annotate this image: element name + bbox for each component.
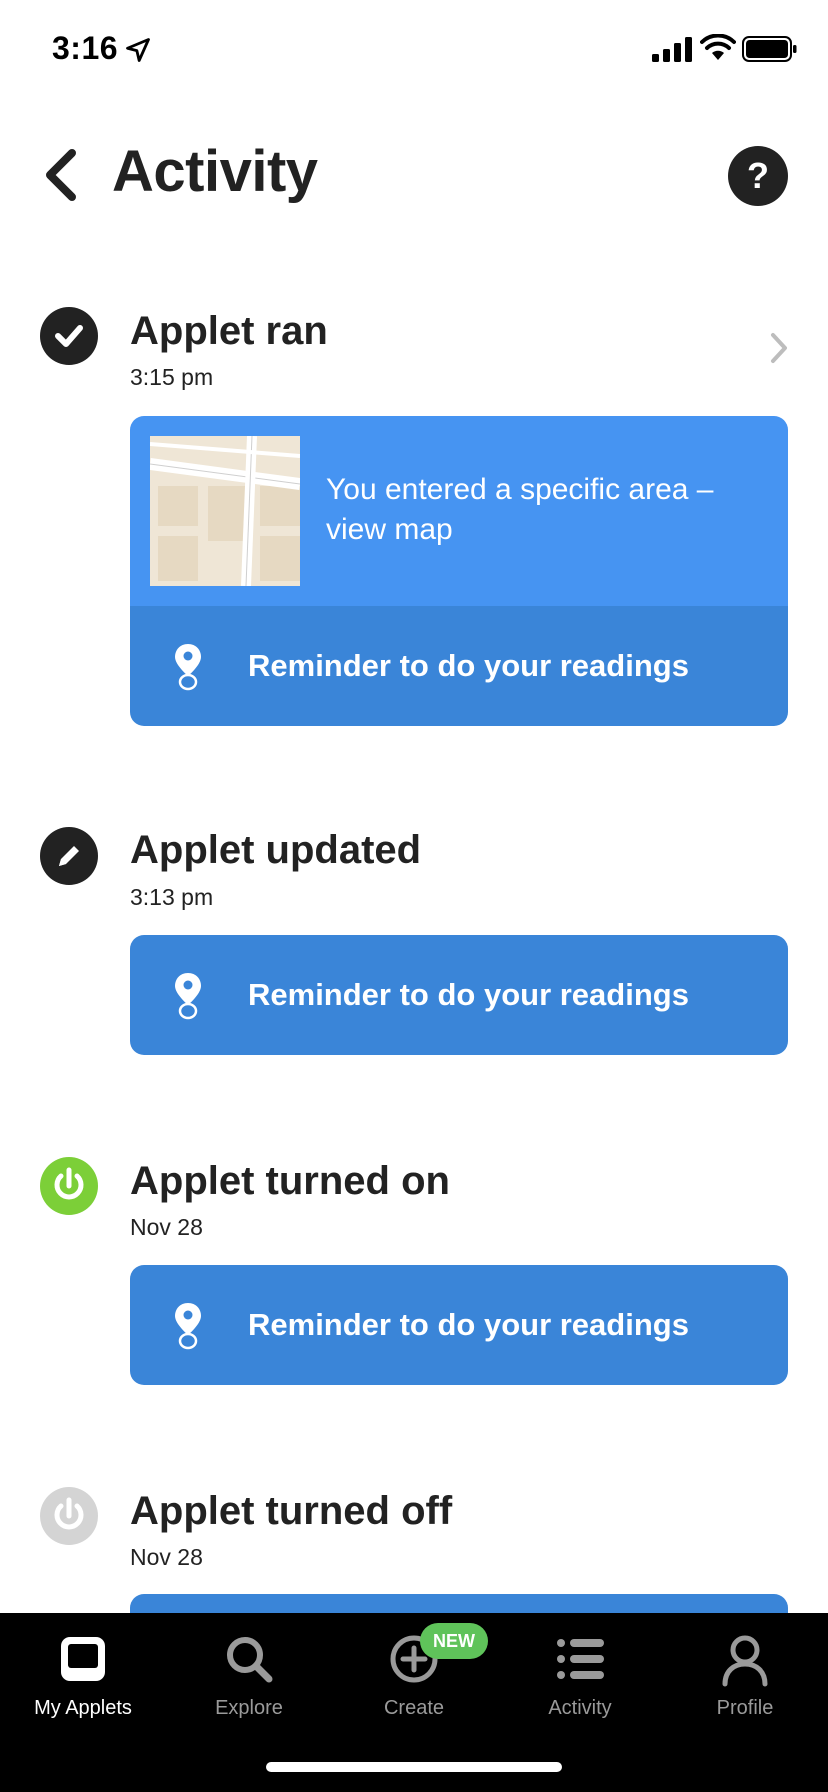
location-pin-icon xyxy=(175,1303,201,1350)
entry-time: 3:13 pm xyxy=(130,884,214,910)
entry-title: Applet turned off xyxy=(130,1489,453,1533)
location-pin-icon xyxy=(175,973,201,1020)
my-applets-icon xyxy=(61,1637,105,1681)
action-label: Reminder to do your readings xyxy=(248,648,689,683)
action-section[interactable]: Reminder to do your readings xyxy=(130,935,788,1055)
tab-explore[interactable]: Explore xyxy=(166,1613,332,1733)
trigger-text[interactable]: You entered a specific area – view map xyxy=(326,470,766,550)
check-icon xyxy=(40,307,98,365)
applet-run-card: You entered a specific area – view map R… xyxy=(130,416,788,726)
new-badge: NEW xyxy=(420,1623,488,1659)
power-off-icon xyxy=(40,1487,98,1545)
search-icon xyxy=(227,1637,273,1683)
tab-label: Activity xyxy=(548,1697,612,1719)
action-section[interactable]: Reminder to do your readings xyxy=(130,1265,788,1385)
location-pin-icon xyxy=(175,644,201,691)
pencil-icon xyxy=(40,827,98,885)
cellular-signal-icon xyxy=(652,37,692,62)
back-button[interactable] xyxy=(30,140,90,210)
status-time: 3:16 xyxy=(52,30,119,66)
entry-title: Applet updated xyxy=(130,828,422,872)
home-indicator xyxy=(266,1762,562,1772)
list-icon xyxy=(557,1639,604,1679)
action-section[interactable]: Reminder to do your readings xyxy=(130,606,788,726)
tab-label: My Applets xyxy=(34,1697,132,1719)
status-bar: 3:16 xyxy=(0,0,828,100)
page-title: Activity xyxy=(112,139,318,204)
wifi-icon xyxy=(700,34,736,60)
battery-icon xyxy=(742,36,797,62)
chevron-right-icon[interactable] xyxy=(766,330,792,366)
tab-activity[interactable]: Activity xyxy=(497,1613,663,1733)
action-label: Reminder to do your readings xyxy=(248,1307,689,1342)
help-button[interactable]: ? xyxy=(728,146,788,206)
location-arrow-icon xyxy=(126,38,150,62)
entry-time: Nov 28 xyxy=(130,1214,203,1240)
tab-label: Explore xyxy=(215,1697,283,1719)
map-thumbnail[interactable] xyxy=(150,436,300,586)
applet-updated-card: Reminder to do your readings xyxy=(130,935,788,1055)
entry-title: Applet ran xyxy=(130,309,328,353)
tab-profile[interactable]: Profile xyxy=(662,1613,828,1733)
trigger-section[interactable]: You entered a specific area – view map xyxy=(130,416,788,606)
entry-time: 3:15 pm xyxy=(130,364,214,390)
entry-title: Applet turned on xyxy=(130,1159,450,1203)
tab-label: Profile xyxy=(716,1697,774,1719)
power-on-icon xyxy=(40,1157,98,1215)
action-label: Reminder to do your readings xyxy=(248,977,689,1012)
tab-my-applets[interactable]: My Applets xyxy=(0,1613,166,1733)
applet-turned-on-card: Reminder to do your readings xyxy=(130,1265,788,1385)
tab-label: Create xyxy=(383,1697,445,1719)
entry-time: Nov 28 xyxy=(130,1544,203,1570)
person-icon xyxy=(722,1635,768,1687)
chevron-left-icon xyxy=(46,149,76,201)
